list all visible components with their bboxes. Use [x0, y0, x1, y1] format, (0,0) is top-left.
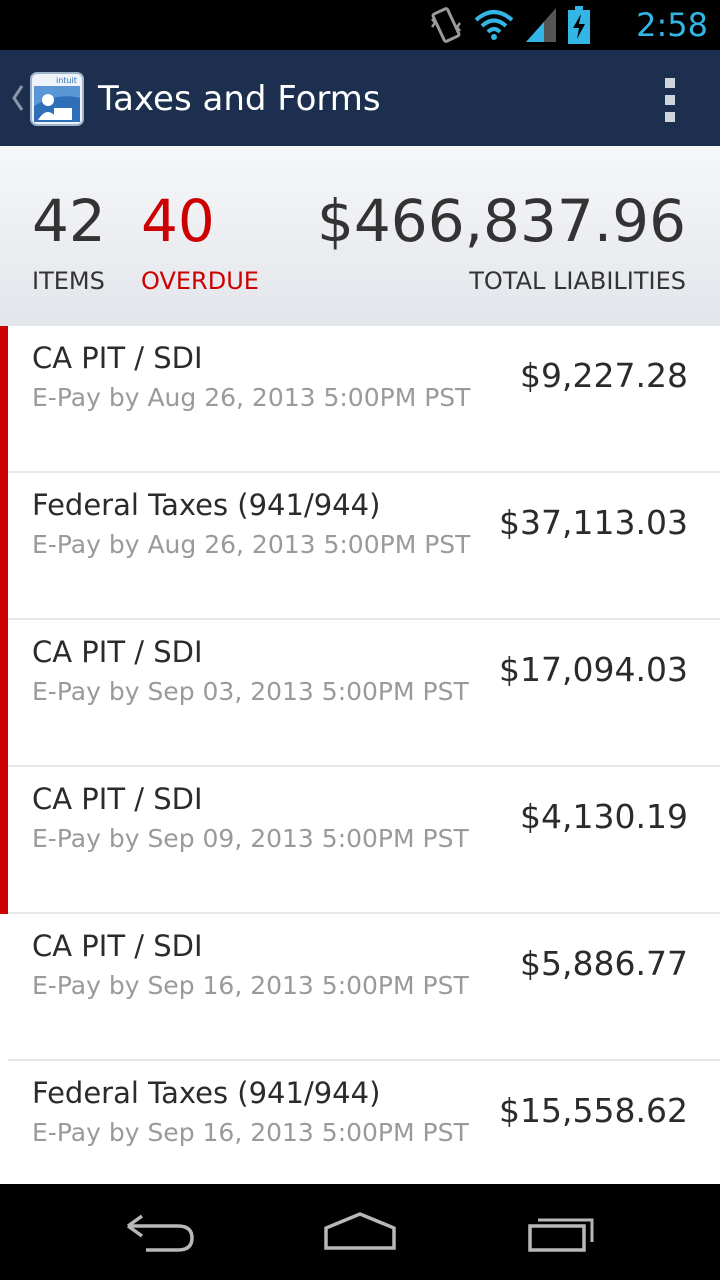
liability-name: Federal Taxes (941/944) — [32, 488, 381, 522]
back-icon[interactable] — [120, 1210, 200, 1254]
liability-name: Federal Taxes (941/944) — [32, 1076, 381, 1110]
logo-wordmark: intuit — [56, 76, 77, 85]
liability-amount: $4,130.19 — [520, 797, 688, 836]
overdue-count: 40 — [141, 187, 215, 255]
status-bar: 2:58 — [0, 0, 720, 50]
liability-amount: $9,227.28 — [520, 356, 688, 395]
liability-name: CA PIT / SDI — [32, 782, 203, 816]
liability-due: E-Pay by Sep 09, 2013 5:00PM PST — [32, 824, 469, 853]
liability-amount: $15,558.62 — [499, 1091, 688, 1130]
action-bar: intuit Taxes and Forms — [0, 50, 720, 146]
vibrate-icon — [431, 7, 461, 43]
liability-due: E-Pay by Aug 26, 2013 5:00PM PST — [32, 383, 471, 412]
liability-name: CA PIT / SDI — [32, 929, 203, 963]
list-item[interactable]: CA PIT / SDI E-Pay by Sep 03, 2013 5:00P… — [0, 620, 720, 767]
home-icon[interactable] — [320, 1210, 400, 1254]
liability-amount: $37,113.03 — [499, 503, 688, 542]
wifi-icon — [474, 10, 514, 40]
list-item[interactable]: Federal Taxes (941/944) E-Pay by Sep 16,… — [0, 1061, 720, 1184]
recents-icon[interactable] — [520, 1210, 600, 1254]
navigation-bar — [0, 1184, 720, 1280]
overdue-indicator — [0, 767, 8, 914]
list-item[interactable]: CA PIT / SDI E-Pay by Aug 26, 2013 5:00P… — [0, 326, 720, 473]
status-icons — [430, 6, 590, 44]
overdue-indicator — [0, 473, 8, 620]
overdue-indicator — [0, 326, 8, 473]
status-clock: 2:58 — [636, 6, 708, 44]
signal-icon — [526, 8, 556, 42]
liability-due: E-Pay by Sep 16, 2013 5:00PM PST — [32, 1118, 469, 1147]
overflow-menu-icon[interactable] — [662, 78, 678, 122]
liability-name: CA PIT / SDI — [32, 341, 203, 375]
page-title: Taxes and Forms — [98, 79, 381, 119]
items-stat: 42 ITEMS — [32, 186, 106, 296]
liability-due: E-Pay by Sep 03, 2013 5:00PM PST — [32, 677, 469, 706]
liability-name: CA PIT / SDI — [32, 635, 203, 669]
summary-header: 42 ITEMS 40 OVERDUE $466,837.96 TOTAL LI… — [0, 146, 720, 326]
list-item[interactable]: CA PIT / SDI E-Pay by Sep 09, 2013 5:00P… — [0, 767, 720, 914]
overdue-label: OVERDUE — [141, 267, 259, 295]
liability-amount: $5,886.77 — [520, 944, 688, 983]
overdue-stat: 40 OVERDUE — [141, 186, 259, 296]
liability-due: E-Pay by Aug 26, 2013 5:00PM PST — [32, 530, 471, 559]
liability-due: E-Pay by Sep 16, 2013 5:00PM PST — [32, 971, 469, 1000]
items-count: 42 — [32, 187, 106, 255]
items-label: ITEMS — [32, 267, 105, 295]
battery-charging-icon — [568, 6, 590, 44]
list-item[interactable]: CA PIT / SDI E-Pay by Sep 16, 2013 5:00P… — [0, 914, 720, 1061]
up-caret-icon[interactable] — [8, 80, 26, 116]
liability-amount: $17,094.03 — [499, 650, 688, 689]
total-amount: $466,837.96 — [317, 187, 686, 255]
total-stat: $466,837.96 TOTAL LIABILITIES — [317, 186, 686, 296]
app-logo[interactable]: intuit — [30, 72, 84, 126]
overdue-indicator — [0, 620, 8, 767]
total-label: TOTAL LIABILITIES — [469, 267, 686, 295]
list-item[interactable]: Federal Taxes (941/944) E-Pay by Aug 26,… — [0, 473, 720, 620]
liabilities-list[interactable]: CA PIT / SDI E-Pay by Aug 26, 2013 5:00P… — [0, 326, 720, 1184]
